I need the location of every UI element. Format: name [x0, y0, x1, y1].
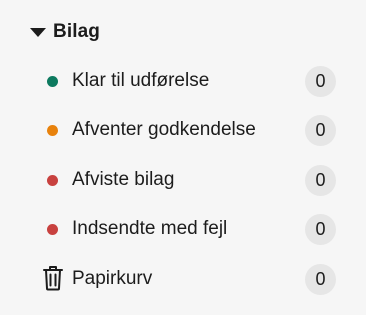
nav-item-afviste-bilag[interactable]: Afviste bilag 0	[0, 160, 366, 200]
status-dot-icon	[47, 175, 58, 186]
nav-item-papirkurv[interactable]: Papirkurv 0	[0, 259, 366, 299]
nav-item-label: Papirkurv	[72, 268, 153, 289]
count-badge: 0	[305, 165, 336, 196]
caret-down-icon	[30, 28, 46, 37]
status-dot-icon	[47, 76, 58, 87]
count-badge: 0	[305, 115, 336, 146]
count-badge: 0	[305, 214, 336, 245]
nav-item-label: Afviste bilag	[72, 169, 175, 190]
nav-item-klar-til-udforelse[interactable]: Klar til udførelse 0	[0, 61, 366, 101]
trash-icon	[42, 265, 64, 291]
status-dot-icon	[47, 125, 58, 136]
nav-item-label: Indsendte med fejl	[72, 218, 228, 239]
section-title: Bilag	[53, 21, 100, 42]
nav-item-label: Afventer godkendelse	[72, 119, 256, 140]
nav-item-afventer-godkendelse[interactable]: Afventer godkendelse 0	[0, 110, 366, 150]
count-badge: 0	[305, 264, 336, 295]
status-dot-icon	[47, 224, 58, 235]
nav-item-label: Klar til udførelse	[72, 70, 210, 91]
nav-item-indsendte-med-fejl[interactable]: Indsendte med fejl 0	[0, 209, 366, 249]
count-badge: 0	[305, 66, 336, 97]
bilag-section-toggle[interactable]: Bilag	[30, 19, 100, 45]
